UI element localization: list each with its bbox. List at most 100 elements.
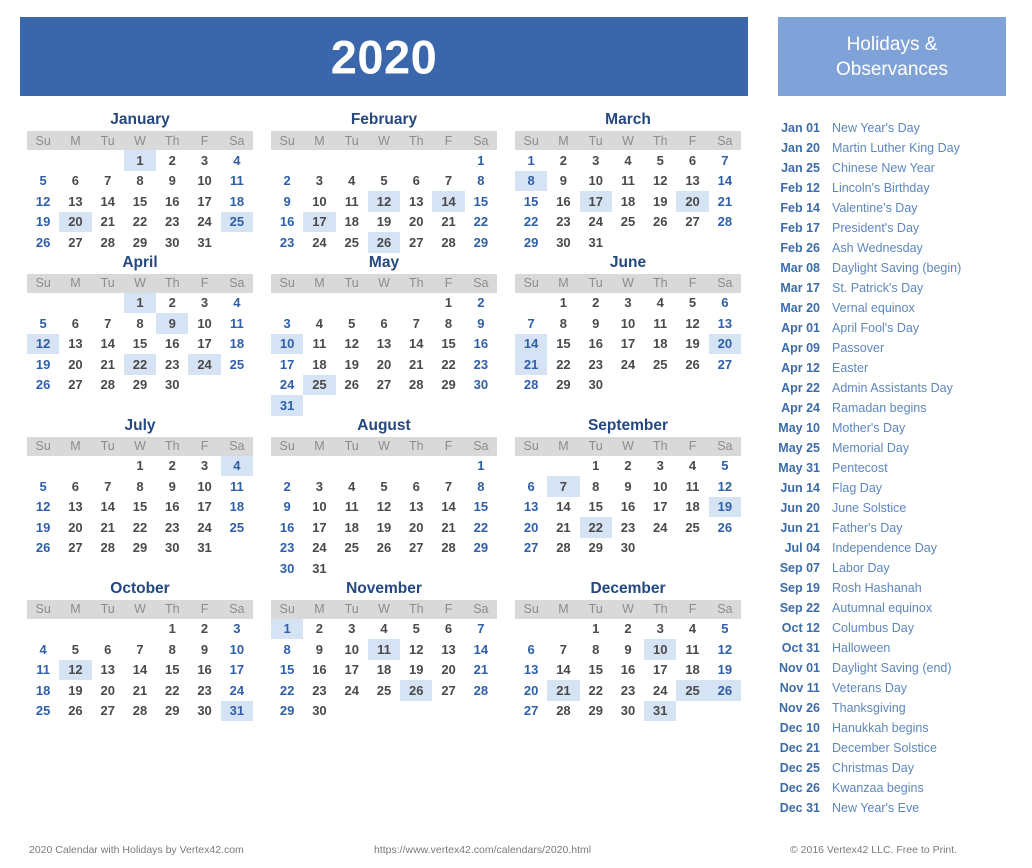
day-cell[interactable]: 14 xyxy=(515,333,548,354)
day-cell[interactable]: 21 xyxy=(124,680,156,701)
day-cell[interactable]: 7 xyxy=(432,171,464,192)
day-cell[interactable]: 5 xyxy=(27,476,59,497)
day-cell[interactable]: 4 xyxy=(336,171,368,192)
day-cell[interactable]: 16 xyxy=(580,334,612,355)
day-cell[interactable]: 2 xyxy=(156,293,188,314)
day-cell[interactable]: 12 xyxy=(709,639,741,660)
day-cell[interactable]: 16 xyxy=(271,517,303,538)
day-cell[interactable]: 17 xyxy=(188,497,220,518)
day-cell[interactable]: 17 xyxy=(644,497,676,518)
holiday-row[interactable]: Dec 31 New Year's Eve xyxy=(778,798,1028,818)
day-cell[interactable]: 24 xyxy=(612,354,644,375)
day-cell[interactable]: 21 xyxy=(432,517,464,538)
day-cell[interactable]: 23 xyxy=(156,517,188,538)
day-cell[interactable]: 3 xyxy=(188,293,220,314)
holiday-row[interactable]: May 25 Memorial Day xyxy=(778,438,1028,458)
day-cell[interactable]: 11 xyxy=(644,313,676,334)
day-cell[interactable]: 1 xyxy=(580,619,612,640)
day-cell[interactable]: 7 xyxy=(709,150,741,171)
day-cell[interactable]: 14 xyxy=(400,334,432,355)
day-cell[interactable]: 2 xyxy=(303,619,335,640)
day-cell[interactable]: 30 xyxy=(580,375,612,396)
day-cell[interactable]: 23 xyxy=(547,212,579,233)
day-cell[interactable]: 25 xyxy=(676,517,708,538)
day-cell[interactable]: 23 xyxy=(156,212,188,233)
day-cell[interactable]: 26 xyxy=(27,375,59,396)
day-cell[interactable]: 4 xyxy=(676,456,708,477)
day-cell[interactable]: 17 xyxy=(336,660,368,681)
holiday-row[interactable]: Jan 25 Chinese New Year xyxy=(778,158,1028,178)
day-cell[interactable]: 5 xyxy=(400,619,432,640)
day-cell[interactable]: 30 xyxy=(303,701,335,722)
day-cell[interactable]: 29 xyxy=(580,538,612,559)
day-cell[interactable]: 29 xyxy=(465,538,497,559)
day-cell[interactable]: 19 xyxy=(27,517,59,538)
day-cell[interactable]: 27 xyxy=(515,701,547,722)
day-cell[interactable]: 16 xyxy=(188,660,220,681)
day-cell[interactable]: 22 xyxy=(123,354,157,375)
day-cell[interactable]: 23 xyxy=(188,680,220,701)
holiday-row[interactable]: Feb 26 Ash Wednesday xyxy=(778,238,1028,258)
day-cell[interactable]: 15 xyxy=(271,660,303,681)
day-cell[interactable]: 19 xyxy=(27,354,59,375)
holiday-row[interactable]: Mar 08 Daylight Saving (begin) xyxy=(778,258,1028,278)
day-cell[interactable]: 18 xyxy=(221,497,253,518)
holiday-row[interactable]: Apr 12 Easter xyxy=(778,358,1028,378)
day-cell[interactable]: 25 xyxy=(220,211,253,232)
day-cell[interactable]: 23 xyxy=(156,354,188,375)
holiday-row[interactable]: Feb 12 Lincoln's Birthday xyxy=(778,178,1028,198)
day-cell[interactable]: 12 xyxy=(27,497,59,518)
day-cell[interactable]: 10 xyxy=(188,171,220,192)
day-cell[interactable]: 30 xyxy=(271,558,303,579)
day-cell[interactable]: 2 xyxy=(612,456,644,477)
day-cell[interactable]: 17 xyxy=(303,211,336,232)
day-cell[interactable]: 14 xyxy=(547,660,579,681)
day-cell[interactable]: 3 xyxy=(303,476,335,497)
day-cell[interactable]: 2 xyxy=(156,456,188,477)
day-cell[interactable]: 13 xyxy=(676,171,708,192)
holiday-row[interactable]: Oct 12 Columbus Day xyxy=(778,618,1028,638)
day-cell[interactable]: 8 xyxy=(124,171,156,192)
day-cell[interactable]: 10 xyxy=(271,333,304,354)
day-cell[interactable]: 23 xyxy=(271,232,303,253)
day-cell[interactable]: 28 xyxy=(124,701,156,722)
day-cell[interactable]: 26 xyxy=(368,538,400,559)
day-cell[interactable]: 15 xyxy=(515,191,547,212)
day-cell[interactable]: 11 xyxy=(336,497,368,518)
day-cell[interactable]: 7 xyxy=(465,619,497,640)
day-cell[interactable]: 1 xyxy=(271,618,304,639)
day-cell[interactable]: 30 xyxy=(188,701,220,722)
day-cell[interactable]: 11 xyxy=(612,171,644,192)
day-cell[interactable]: 19 xyxy=(59,680,91,701)
day-cell[interactable]: 4 xyxy=(303,313,335,334)
day-cell[interactable]: 5 xyxy=(709,619,741,640)
day-cell[interactable]: 29 xyxy=(432,375,464,396)
day-cell[interactable]: 8 xyxy=(432,313,464,334)
day-cell[interactable]: 4 xyxy=(220,455,253,476)
day-cell[interactable]: 19 xyxy=(336,354,368,375)
day-cell[interactable]: 14 xyxy=(92,191,124,212)
holiday-row[interactable]: Dec 21 December Solstice xyxy=(778,738,1028,758)
day-cell[interactable]: 8 xyxy=(271,639,303,660)
day-cell[interactable]: 13 xyxy=(432,639,464,660)
day-cell[interactable]: 16 xyxy=(156,334,188,355)
day-cell[interactable]: 4 xyxy=(612,150,644,171)
day-cell[interactable]: 7 xyxy=(124,639,156,660)
holiday-row[interactable]: Mar 20 Vernal equinox xyxy=(778,298,1028,318)
day-cell[interactable]: 18 xyxy=(27,680,59,701)
day-cell[interactable]: 24 xyxy=(188,212,220,233)
day-cell[interactable]: 12 xyxy=(336,334,368,355)
day-cell[interactable]: 4 xyxy=(27,639,59,660)
day-cell[interactable]: 15 xyxy=(580,660,612,681)
day-cell[interactable]: 2 xyxy=(547,150,579,171)
holiday-row[interactable]: Nov 11 Veterans Day xyxy=(778,678,1028,698)
day-cell[interactable]: 13 xyxy=(59,334,91,355)
day-cell[interactable]: 2 xyxy=(188,619,220,640)
day-cell[interactable]: 30 xyxy=(612,538,644,559)
day-cell[interactable]: 11 xyxy=(221,313,253,334)
day-cell[interactable]: 29 xyxy=(271,701,303,722)
holiday-row[interactable]: Jun 14 Flag Day xyxy=(778,478,1028,498)
day-cell[interactable]: 6 xyxy=(59,171,91,192)
day-cell[interactable]: 21 xyxy=(547,680,580,701)
day-cell[interactable]: 11 xyxy=(221,476,253,497)
